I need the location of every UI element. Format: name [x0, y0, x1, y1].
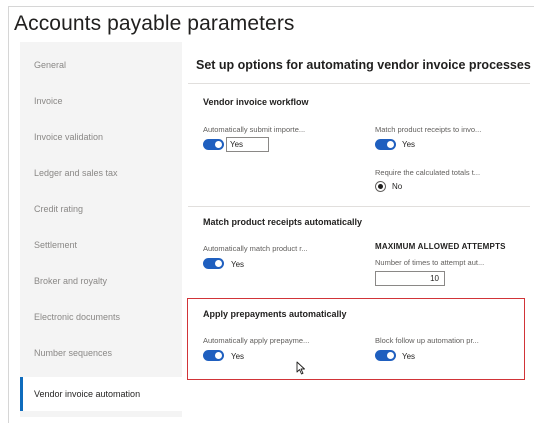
- page-title: Accounts payable parameters: [14, 12, 295, 35]
- nav-item-credit-rating[interactable]: Credit rating: [20, 192, 182, 226]
- content-title: Set up options for automating vendor inv…: [196, 58, 531, 72]
- auto-submit-value-box[interactable]: Yes: [226, 137, 269, 152]
- require-totals-value: No: [392, 182, 403, 191]
- auto-apply-value: Yes: [231, 352, 245, 361]
- match-receipts-value: Yes: [402, 140, 416, 149]
- auto-match-toggle[interactable]: [203, 258, 224, 269]
- require-totals-radio[interactable]: [375, 181, 386, 192]
- section-title-vendor-invoice-workflow: Vendor invoice workflow: [203, 97, 309, 107]
- auto-submit-label: Automatically submit importe...: [203, 125, 306, 134]
- nav-item-invoice[interactable]: Invoice: [20, 84, 182, 118]
- auto-match-value: Yes: [231, 260, 245, 269]
- sidebar-nav: General Invoice Invoice validation Ledge…: [20, 42, 182, 417]
- nav-item-broker-and-royalty[interactable]: Broker and royalty: [20, 264, 182, 298]
- auto-apply-label: Automatically apply prepayme...: [203, 336, 310, 345]
- auto-match-label: Automatically match product r...: [203, 244, 308, 253]
- auto-submit-toggle[interactable]: [203, 139, 224, 150]
- nav-item-number-sequences[interactable]: Number sequences: [20, 336, 182, 370]
- match-receipts-label: Match product receipts to invo...: [375, 125, 482, 134]
- nav-item-general[interactable]: General: [20, 48, 182, 82]
- section-divider: [188, 206, 530, 207]
- nav-item-settlement[interactable]: Settlement: [20, 228, 182, 262]
- nav-item-vendor-invoice-automation[interactable]: Vendor invoice automation: [20, 377, 182, 411]
- section-title-match-product-receipts: Match product receipts automatically: [203, 217, 363, 227]
- nav-item-electronic-documents[interactable]: Electronic documents: [20, 300, 182, 334]
- section-title-apply-prepayments: Apply prepayments automatically: [203, 309, 347, 319]
- max-attempts-heading: MAXIMUM ALLOWED ATTEMPTS: [375, 242, 506, 251]
- nav-item-ledger-and-sales-tax[interactable]: Ledger and sales tax: [20, 156, 182, 190]
- nav-item-invoice-validation[interactable]: Invoice validation: [20, 120, 182, 154]
- attempts-input[interactable]: 10: [375, 271, 445, 286]
- auto-apply-toggle[interactable]: [203, 350, 224, 361]
- block-followup-toggle[interactable]: [375, 350, 396, 361]
- block-followup-label: Block follow up automation pr...: [375, 336, 479, 345]
- match-receipts-toggle[interactable]: [375, 139, 396, 150]
- section-divider: [188, 83, 530, 84]
- mouse-cursor-icon: [296, 361, 305, 375]
- require-totals-label: Require the calculated totals t...: [375, 168, 481, 177]
- block-followup-value: Yes: [402, 352, 416, 361]
- attempts-label: Number of times to attempt aut...: [375, 258, 485, 267]
